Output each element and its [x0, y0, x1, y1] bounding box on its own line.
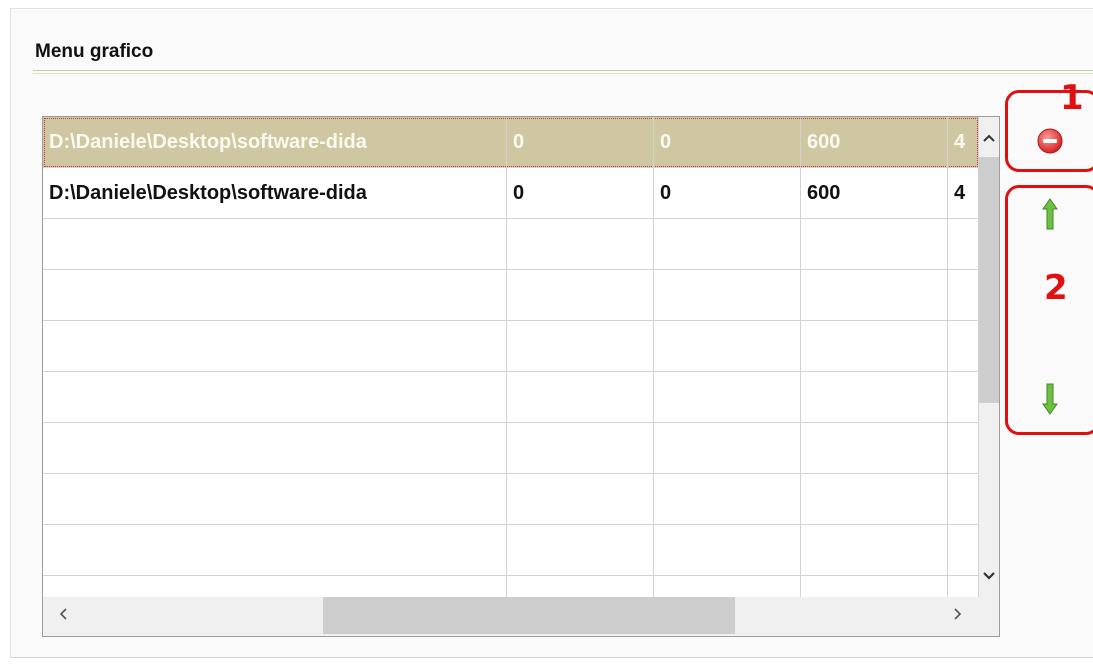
cell-empty[interactable] [801, 219, 948, 269]
vertical-scrollbar[interactable] [979, 117, 999, 597]
chevron-left-icon [59, 608, 67, 620]
annotation-label-2: 2 [1044, 268, 1068, 308]
cell-col1[interactable]: 0 [507, 168, 654, 218]
cell-empty[interactable] [43, 321, 507, 371]
move-up-button[interactable] [1040, 197, 1060, 236]
table-row-empty[interactable] [43, 423, 979, 474]
table-row-empty[interactable] [43, 321, 979, 372]
cell-col3[interactable]: 600 [801, 168, 948, 218]
cell-empty[interactable] [948, 321, 979, 371]
cell-path[interactable]: D:\Daniele\Desktop\software-dida [43, 117, 507, 167]
cell-empty[interactable] [801, 423, 948, 473]
cell-empty[interactable] [801, 525, 948, 575]
cell-empty[interactable] [507, 525, 654, 575]
horizontal-scroll-thumb[interactable] [323, 597, 735, 634]
cell-empty[interactable] [654, 423, 801, 473]
cell-empty[interactable] [654, 525, 801, 575]
scroll-right-button[interactable] [948, 607, 968, 627]
cell-col3[interactable]: 600 [801, 117, 948, 167]
cell-col4[interactable]: 4 [948, 117, 979, 167]
cell-empty[interactable] [948, 525, 979, 575]
group-divider [33, 70, 1093, 74]
cell-empty[interactable] [948, 474, 979, 524]
cell-empty[interactable] [948, 372, 979, 422]
cell-empty[interactable] [654, 219, 801, 269]
chevron-down-icon [983, 572, 995, 580]
cell-col4[interactable]: 4 [948, 168, 979, 218]
cell-empty[interactable] [43, 474, 507, 524]
cell-empty[interactable] [507, 219, 654, 269]
table-row[interactable]: D:\Daniele\Desktop\software-dida 0 0 600… [43, 168, 979, 219]
table-row-empty[interactable] [43, 474, 979, 525]
chevron-up-icon [983, 134, 995, 142]
table-row-empty[interactable] [43, 525, 979, 576]
cell-empty[interactable] [654, 321, 801, 371]
cell-empty[interactable] [654, 474, 801, 524]
cell-empty[interactable] [43, 423, 507, 473]
cell-empty[interactable] [801, 321, 948, 371]
vertical-scroll-thumb[interactable] [979, 157, 999, 403]
horizontal-scrollbar[interactable] [43, 597, 999, 636]
cell-empty[interactable] [801, 270, 948, 320]
cell-empty[interactable] [948, 423, 979, 473]
table-row-empty[interactable] [43, 219, 979, 270]
table-row-empty[interactable] [43, 372, 979, 423]
scroll-corner [979, 597, 999, 636]
scroll-left-button[interactable] [53, 607, 73, 627]
table-row-empty[interactable] [43, 270, 979, 321]
move-down-button[interactable] [1040, 382, 1060, 421]
scroll-down-button[interactable] [979, 567, 999, 587]
annotation-label-1: 1 [1060, 78, 1084, 118]
menu-grid[interactable]: D:\Daniele\Desktop\software-dida 0 0 600… [42, 116, 1000, 637]
group-title: Menu grafico [35, 41, 154, 62]
cell-empty[interactable] [654, 270, 801, 320]
cell-col1[interactable]: 0 [507, 117, 654, 167]
cell-empty[interactable] [507, 372, 654, 422]
cell-col2[interactable]: 0 [654, 117, 801, 167]
arrow-up-icon [1042, 198, 1058, 230]
remove-icon [1037, 128, 1063, 154]
table-row[interactable]: D:\Daniele\Desktop\software-dida 0 0 600… [43, 117, 979, 168]
cell-empty[interactable] [507, 423, 654, 473]
remove-button[interactable] [1036, 127, 1064, 160]
cell-empty[interactable] [948, 270, 979, 320]
cell-empty[interactable] [43, 270, 507, 320]
cell-empty[interactable] [507, 270, 654, 320]
arrow-down-icon [1042, 383, 1058, 415]
cell-empty[interactable] [801, 372, 948, 422]
cell-empty[interactable] [948, 219, 979, 269]
cell-path[interactable]: D:\Daniele\Desktop\software-dida [43, 168, 507, 218]
cell-empty[interactable] [43, 372, 507, 422]
chevron-right-icon [954, 608, 962, 620]
cell-empty[interactable] [43, 219, 507, 269]
cell-empty[interactable] [507, 321, 654, 371]
cell-empty[interactable] [507, 474, 654, 524]
cell-empty[interactable] [801, 474, 948, 524]
cell-empty[interactable] [654, 372, 801, 422]
cell-empty[interactable] [43, 525, 507, 575]
cell-col2[interactable]: 0 [654, 168, 801, 218]
scroll-up-button[interactable] [979, 129, 999, 149]
